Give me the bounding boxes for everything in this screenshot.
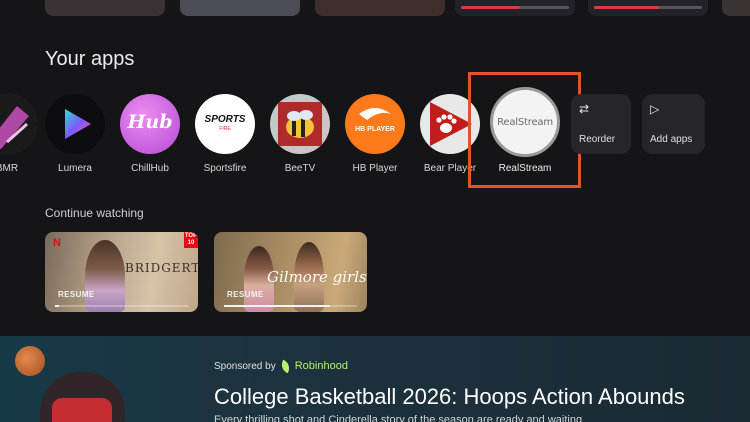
sponsored-prefix: Sponsored by (214, 360, 276, 372)
reorder-button[interactable]: ⇄ Reorder (571, 94, 631, 154)
add-apps-button[interactable]: ▷ Add apps (642, 94, 705, 154)
watch-progress-bar (224, 305, 357, 307)
realstream-logo-icon[interactable]: RealStream (490, 87, 560, 157)
content-tile[interactable] (455, 0, 575, 16)
top10-badge: TOP 10 (184, 232, 198, 248)
show-title: BRIDGERTON (125, 261, 198, 275)
add-apps-label: Add apps (650, 134, 693, 145)
bee-logo-icon (270, 94, 330, 154)
content-tile[interactable] (588, 0, 708, 16)
app-tile-sportsfire[interactable]: SPORTS FIRE Sportsfire (185, 94, 265, 174)
banner-subline: Every thrilling shot and Cinderella stor… (214, 414, 583, 422)
sportsfire-logo-text: SPORTS (204, 114, 246, 125)
app-tile-beetv[interactable]: BeeTV (260, 94, 340, 174)
content-tile[interactable] (722, 0, 750, 16)
app-label: Sportsfire (203, 163, 247, 174)
watch-progress-bar (55, 305, 188, 307)
show-title: Gilmore girls (267, 268, 367, 286)
content-tile[interactable] (180, 0, 300, 16)
robinhood-feather-icon (279, 359, 292, 373)
chillhub-logo-icon: Hub (120, 94, 180, 154)
chillhub-logo-text: Hub (127, 111, 173, 133)
app-tile-hb-player[interactable]: HB PLAYER HB Player (335, 94, 415, 174)
continue-watching-card[interactable]: Gilmore girls RESUME (214, 232, 367, 312)
app-label: BeeTV (284, 163, 316, 174)
jersey-image (52, 398, 112, 422)
sponsored-by: Sponsored by Robinhood (214, 359, 348, 373)
resume-label: RESUME (58, 290, 95, 299)
hb-player-logo-text: HB PLAYER (355, 126, 395, 133)
continue-watching-card[interactable]: N TOP 10 BRIDGERTON RESUME (45, 232, 198, 312)
character-image (85, 240, 125, 312)
sportsfire-logo-sub: FIRE (219, 126, 231, 132)
app-tile-chillhub[interactable]: Hub ChillHub (110, 94, 190, 174)
netflix-logo-icon: N (53, 237, 61, 249)
top-content-row (0, 0, 750, 18)
reorder-icon: ⇄ (579, 102, 590, 116)
continue-watching-title: Continue watching (45, 206, 144, 220)
sponsor-brand: Robinhood (294, 360, 348, 372)
lumera-logo-icon (45, 94, 105, 154)
app-label-selected: RealStream (498, 163, 552, 174)
content-tile[interactable] (315, 0, 445, 16)
app-label: ChillHub (131, 163, 169, 174)
app-label: HB Player (352, 163, 398, 174)
play-store-icon: ▷ (650, 102, 660, 116)
hb-player-logo-icon: HB PLAYER (345, 94, 405, 154)
app-logo-icon (0, 94, 37, 154)
section-title: Your apps (45, 48, 135, 70)
progress-bar (461, 6, 569, 9)
reorder-label: Reorder (579, 134, 616, 145)
app-label: Lumera (58, 163, 92, 174)
resume-label: RESUME (227, 290, 264, 299)
app-tile-lumera[interactable]: Lumera (35, 94, 115, 174)
sportsfire-logo-icon: SPORTS FIRE (195, 94, 255, 154)
banner-headline: College Basketball 2026: Hoops Action Ab… (214, 384, 685, 409)
realstream-logo-text: RealStream (497, 116, 553, 128)
content-tile[interactable] (45, 0, 165, 16)
basketball-image (15, 346, 45, 376)
progress-bar (594, 6, 702, 9)
